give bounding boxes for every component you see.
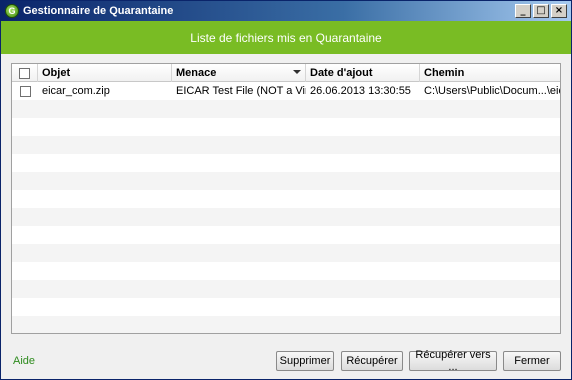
cell-date: 26.06.2013 13:30:55: [310, 85, 411, 97]
help-link[interactable]: Aide: [13, 355, 35, 367]
header-banner: Liste de fichiers mis en Quarantaine: [1, 21, 571, 54]
cell-threat: EICAR Test File (NOT a Vir...: [176, 85, 306, 97]
close-button[interactable]: Fermer: [503, 351, 561, 371]
empty-row: [12, 118, 560, 136]
empty-row: [12, 298, 560, 316]
row-checkbox[interactable]: [19, 85, 31, 97]
window-controls: _ □ ×: [515, 4, 567, 18]
empty-row: [12, 226, 560, 244]
sort-descending-icon: [293, 70, 301, 74]
table-header: Objet Menace Date d'ajout Chemin: [12, 64, 560, 82]
footer: Aide Supprimer Récupérer Récupérer vers …: [1, 343, 571, 379]
column-header-object[interactable]: Objet: [38, 64, 172, 82]
empty-row: [12, 262, 560, 280]
empty-row: [12, 208, 560, 226]
empty-row: [12, 136, 560, 154]
maximize-icon[interactable]: □: [533, 4, 549, 18]
cell-object: eicar_com.zip: [42, 85, 110, 97]
restore-button[interactable]: Récupérer: [341, 351, 403, 371]
column-header-threat[interactable]: Menace: [172, 64, 306, 82]
empty-row: [12, 280, 560, 298]
column-header-date[interactable]: Date d'ajout: [306, 64, 420, 82]
title-bar[interactable]: G Gestionnaire de Quarantaine _ □ ×: [1, 1, 571, 21]
table-row[interactable]: eicar_com.zip EICAR Test File (NOT a Vir…: [12, 82, 560, 100]
empty-row: [12, 244, 560, 262]
quarantine-table: Objet Menace Date d'ajout Chemin eicar_c…: [11, 63, 561, 334]
window-title: Gestionnaire de Quarantaine: [23, 5, 174, 17]
empty-row: [12, 154, 560, 172]
select-all-checkbox[interactable]: [19, 67, 30, 79]
row-select-cell[interactable]: [12, 82, 38, 100]
empty-row: [12, 316, 560, 333]
empty-row: [12, 172, 560, 190]
banner-title: Liste de fichiers mis en Quarantaine: [190, 30, 382, 45]
empty-row: [12, 100, 560, 118]
select-all-column[interactable]: [12, 64, 38, 82]
cell-path: C:\Users\Public\Docum...\eicar: [424, 85, 560, 97]
app-logo-icon: G: [5, 4, 19, 18]
table-body: eicar_com.zip EICAR Test File (NOT a Vir…: [12, 82, 560, 333]
empty-row: [12, 190, 560, 208]
quarantine-window: G Gestionnaire de Quarantaine _ □ × List…: [0, 0, 572, 380]
restore-to-button[interactable]: Récupérer vers ...: [409, 349, 497, 373]
delete-button[interactable]: Supprimer: [276, 351, 334, 371]
close-icon[interactable]: ×: [551, 4, 567, 18]
minimize-icon[interactable]: _: [515, 4, 531, 18]
column-header-path[interactable]: Chemin: [420, 64, 560, 82]
